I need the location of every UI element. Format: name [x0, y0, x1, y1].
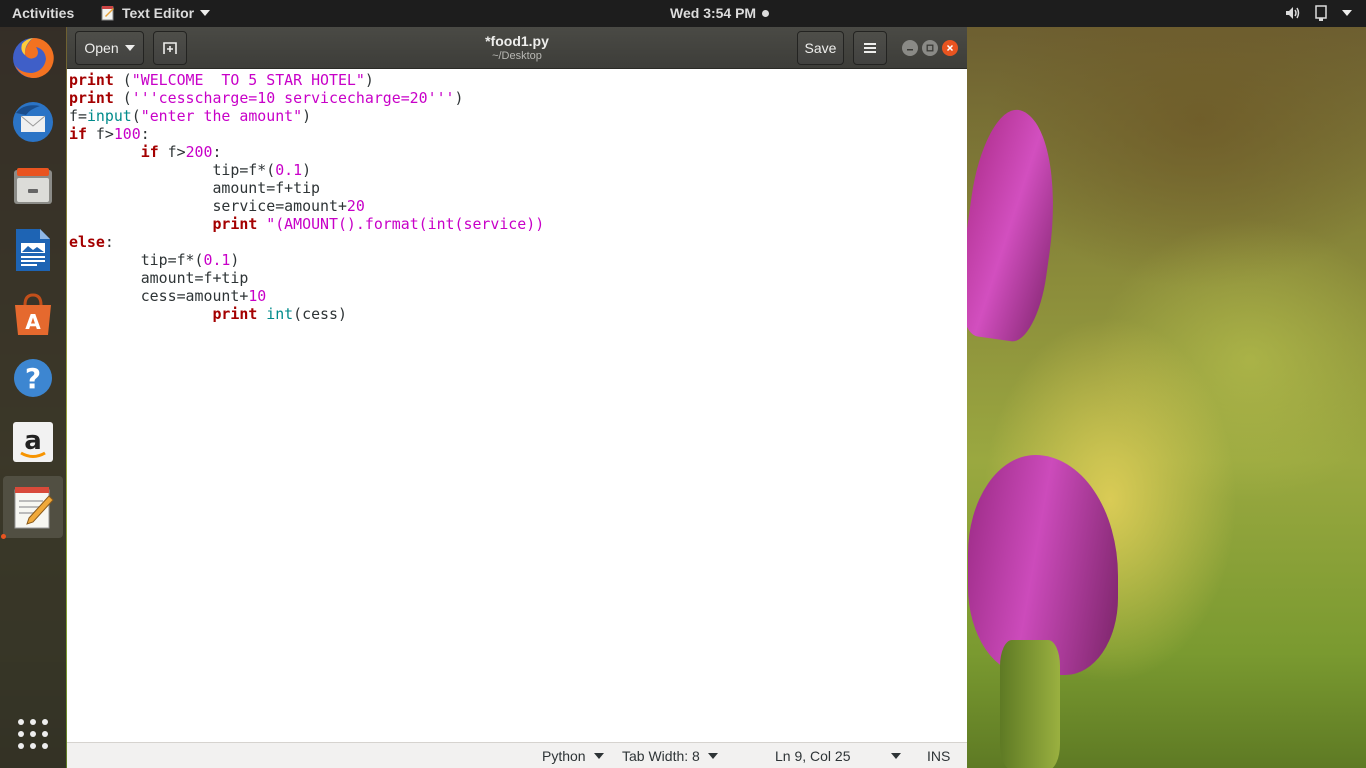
clock-label: Wed 3:54 PM	[670, 5, 757, 21]
wallpaper-stem	[1000, 640, 1060, 768]
chevron-down-icon	[200, 10, 211, 16]
cursor-position-label: Ln 9, Col 25	[775, 748, 851, 764]
maximize-icon[interactable]	[922, 40, 938, 56]
svg-text:a: a	[24, 426, 42, 456]
header-bar: Open *food1.py ~/Desktop Save	[67, 27, 967, 69]
running-indicator-icon	[1, 534, 6, 539]
code-line[interactable]: if f>100:	[69, 125, 967, 143]
hamburger-menu-icon	[864, 43, 876, 53]
code-editor[interactable]: print ("WELCOME TO 5 STAR HOTEL") print (…	[67, 70, 967, 742]
code-line[interactable]: amount=f+tip	[69, 269, 967, 287]
code-line[interactable]: cess=amount+10	[69, 287, 967, 305]
hamburger-menu-button[interactable]	[853, 31, 887, 65]
insert-mode-indicator[interactable]: INS	[927, 748, 950, 764]
save-button-label: Save	[804, 40, 837, 56]
code-line[interactable]: print int(cess)	[69, 305, 967, 323]
text-editor-icon[interactable]	[3, 476, 63, 538]
firefox-icon[interactable]	[9, 34, 57, 82]
thunderbird-icon[interactable]	[9, 98, 57, 146]
code-line[interactable]: service=amount+20	[69, 197, 967, 215]
tab-width-label: Tab Width: 8	[622, 748, 700, 764]
window-subtitle: ~/Desktop	[492, 50, 542, 62]
minimize-icon[interactable]	[902, 40, 918, 56]
show-applications-icon[interactable]	[9, 710, 57, 758]
code-line[interactable]: else:	[69, 233, 967, 251]
clock[interactable]: Wed 3:54 PM	[670, 5, 770, 21]
wallpaper-flower-upper	[952, 105, 1069, 345]
save-button[interactable]: Save	[797, 31, 844, 65]
code-line[interactable]: if f>200:	[69, 143, 967, 161]
volume-icon[interactable]	[1284, 4, 1302, 22]
new-document-button[interactable]	[153, 31, 187, 65]
cursor-position-selector[interactable]: Ln 9, Col 25	[775, 748, 901, 764]
open-button[interactable]: Open	[75, 31, 144, 65]
tab-width-selector[interactable]: Tab Width: 8	[622, 748, 718, 764]
libreoffice-writer-icon[interactable]	[9, 226, 57, 274]
code-line[interactable]: print ("WELCOME TO 5 STAR HOTEL")	[69, 71, 967, 89]
text-editor-window: Open *food1.py ~/Desktop Save print ("WE…	[67, 27, 967, 768]
insert-mode-label: INS	[927, 748, 951, 764]
language-selector[interactable]: Python	[542, 748, 604, 764]
code-line[interactable]: f=input("enter the amount")	[69, 107, 967, 125]
activities-button[interactable]: Activities	[12, 5, 74, 21]
system-tray[interactable]	[1284, 4, 1352, 22]
code-line[interactable]: print "(AMOUNT().format(int(service))	[69, 215, 967, 233]
system-menu-chevron-icon[interactable]	[1342, 10, 1352, 16]
window-title: *food1.py	[485, 33, 549, 49]
app-menu[interactable]: Text Editor	[100, 5, 211, 21]
chevron-down-icon	[707, 753, 718, 759]
files-icon[interactable]	[9, 162, 57, 210]
close-icon[interactable]	[942, 40, 958, 56]
software-center-icon[interactable]: A	[9, 290, 57, 338]
new-tab-icon	[163, 42, 177, 54]
code-line[interactable]: print ('''cesscharge=10 servicecharge=20…	[69, 89, 967, 107]
text-editor-small-icon	[101, 6, 114, 21]
chevron-down-icon	[890, 753, 901, 759]
app-menu-label: Text Editor	[122, 5, 195, 21]
notification-dot-icon	[762, 9, 770, 17]
top-bar: Activities Text Editor Wed 3:54 PM	[0, 0, 1366, 27]
chevron-down-icon	[124, 45, 135, 51]
code-line[interactable]: amount=f+tip	[69, 179, 967, 197]
help-icon[interactable]: ?	[9, 354, 57, 402]
svg-text:A: A	[25, 310, 41, 334]
dock: A ? a	[0, 27, 66, 768]
chevron-down-icon	[593, 753, 604, 759]
amazon-icon[interactable]: a	[9, 418, 57, 466]
network-icon[interactable]	[1314, 4, 1330, 22]
code-line[interactable]: tip=f*(0.1)	[69, 251, 967, 269]
open-button-label: Open	[84, 40, 119, 56]
code-line[interactable]: tip=f*(0.1)	[69, 161, 967, 179]
status-bar: Python Tab Width: 8 Ln 9, Col 25 INS	[67, 742, 967, 768]
svg-text:?: ?	[25, 362, 41, 395]
language-label: Python	[542, 748, 586, 764]
